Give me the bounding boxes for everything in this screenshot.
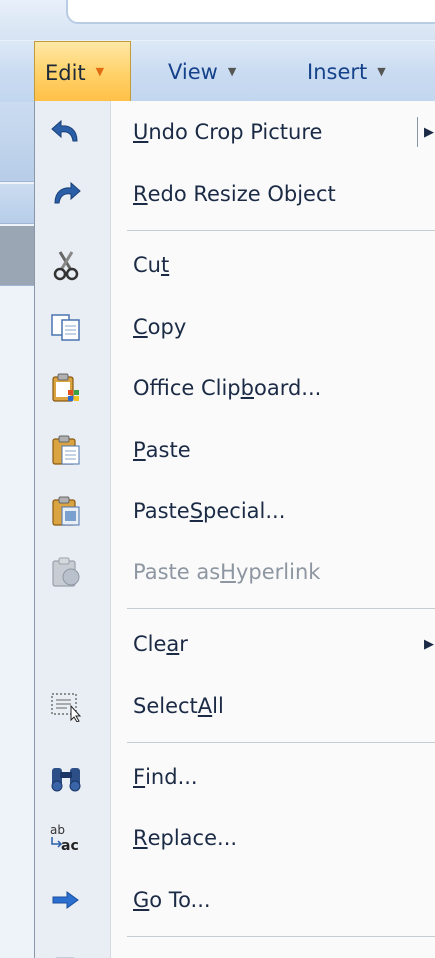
chevron-down-icon: ▼ (377, 64, 386, 78)
menu-item-label: Edit Picture (133, 940, 253, 958)
menu-item-label: Replace... (133, 826, 238, 850)
edit-dropdown-menu: Undo Crop Picture ▶ Redo Resize Object Cu t C… (34, 101, 435, 958)
menu-item-clear[interactable]: Cle a r ▶ (35, 613, 435, 675)
menu-item-find[interactable]: Find... (35, 746, 435, 808)
menu-item-select-all[interactable]: Select All (35, 675, 435, 737)
select-all-icon (47, 688, 85, 724)
background-panel (0, 102, 34, 182)
menu-item-label: Find... (133, 765, 198, 789)
redo-icon (47, 176, 85, 212)
svg-text:ab: ab (50, 823, 65, 837)
copy-icon (47, 309, 85, 345)
edit-picture-icon (47, 953, 85, 958)
office-clipboard-icon (47, 370, 85, 406)
menu-separator (127, 608, 435, 609)
menu-item-office-clipboard[interactable]: Office Clip b oard... (35, 357, 435, 419)
menu-view-label: View (168, 60, 218, 84)
menu-separator (127, 936, 435, 937)
chevron-down-icon: ▼ (227, 64, 237, 78)
menu-item-paste[interactable]: Paste (35, 419, 435, 481)
menu-separator (127, 230, 435, 231)
paste-special-icon (47, 493, 85, 529)
menu-item-paste-as-hyperlink: Paste as Hyperlink (35, 541, 435, 603)
menu-item-edit-picture: Edit Picture (35, 940, 435, 958)
menu-item-label: Paste (133, 438, 191, 462)
menu-edit-label: Edit (45, 60, 86, 85)
submenu-arrow-icon[interactable]: ▶ (422, 101, 435, 163)
menu-insert-label: Insert (307, 60, 368, 84)
binoculars-icon (47, 759, 85, 795)
background-panel (0, 184, 34, 224)
menu-item-copy[interactable]: Copy (35, 296, 435, 358)
menu-edit[interactable]: Edit ▼ (34, 41, 131, 103)
top-input-field[interactable] (66, 0, 435, 24)
menu-item-redo-resize-object[interactable]: Redo Resize Object (35, 163, 435, 225)
paste-hyperlink-icon (47, 554, 85, 590)
menu-item-label: Redo Resize Object (133, 182, 336, 206)
menu-item-label: Office Clip b oard... (133, 376, 322, 400)
menu-insert[interactable]: Insert ▼ (307, 41, 386, 103)
submenu-arrow-icon[interactable]: ▶ (422, 613, 435, 675)
chevron-down-icon: ▼ (95, 65, 105, 78)
svg-text:ac: ac (61, 838, 79, 854)
paste-icon (47, 432, 85, 468)
menu-item-undo-crop-picture[interactable]: Undo Crop Picture ▶ (35, 101, 435, 163)
menu-item-label: Cu t (133, 253, 170, 277)
menu-view[interactable]: View ▼ (168, 41, 236, 103)
ribbon-top-strip (0, 0, 435, 40)
menu-item-label: Paste as Hyperlink (133, 560, 321, 584)
menu-item-replace[interactable]: ab ac Replace... (35, 807, 435, 869)
replace-icon: ab ac (47, 820, 85, 856)
menu-item-label: Select All (133, 694, 224, 718)
split-button-divider (417, 117, 418, 147)
menu-item-label: Paste Special... (133, 499, 286, 523)
menu-item-label: Cle a r (133, 632, 188, 656)
menu-item-paste-special[interactable]: Paste Special... (35, 480, 435, 542)
menu-item-cut[interactable]: Cu t (35, 234, 435, 296)
menu-separator (127, 742, 435, 743)
menubar: Edit ▼ View ▼ Insert ▼ (0, 40, 435, 103)
menu-item-go-to[interactable]: Go To... (35, 869, 435, 931)
menu-item-label: Copy (133, 315, 187, 339)
undo-icon (47, 114, 85, 150)
background-panel (0, 226, 34, 286)
background-window-edge (0, 102, 34, 958)
menu-item-label: Undo Crop Picture (133, 120, 323, 144)
arrow-right-icon (47, 882, 85, 918)
scissors-icon (47, 247, 85, 283)
menu-item-label: Go To... (133, 888, 211, 912)
